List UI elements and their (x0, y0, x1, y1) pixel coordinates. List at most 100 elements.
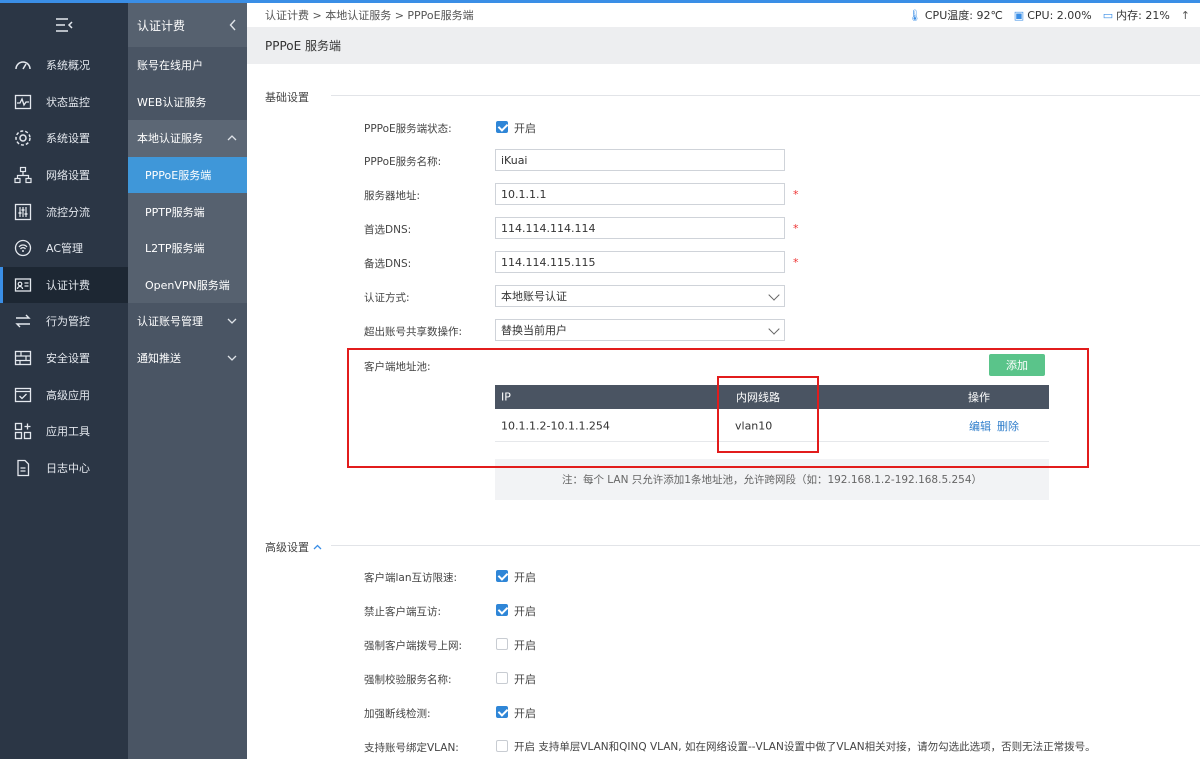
cpu-temp-text: CPU温度: 92℃ (924, 9, 1003, 22)
auth-method-value: 本地账号认证 (501, 290, 567, 303)
monitor-icon: ▭ (1102, 9, 1114, 22)
nav-item-label: 系统设置 (46, 132, 90, 146)
option-checkbox[interactable] (496, 740, 508, 752)
collapse-left-icon[interactable] (229, 19, 237, 31)
nav-item-behavior-control[interactable]: 行为管控 (0, 303, 128, 340)
sub-item-pppoe-server[interactable]: PPPoE服务端 (128, 156, 247, 194)
sub-group-local-auth[interactable]: 本地认证服务 (128, 120, 247, 157)
sub-group-notify-push[interactable]: 通知推送 (128, 340, 247, 377)
apps-icon (12, 420, 34, 442)
option-text: 开启 (514, 639, 536, 652)
server-address-input[interactable]: 10.1.1.1 (495, 183, 785, 205)
sub-group-label: 通知推送 (137, 352, 181, 366)
server-address-label: 服务器地址: (364, 190, 421, 202)
nav-item-monitor[interactable]: 状态监控 (0, 84, 128, 121)
option-label: 支持账号绑定VLAN: (364, 742, 459, 754)
sub-sidebar-title: 认证计费 (137, 18, 186, 33)
sliders-icon (12, 201, 34, 223)
chevron-down-icon (227, 355, 237, 361)
sub-group-account-management[interactable]: 认证账号管理 (128, 303, 247, 340)
service-name-label: PPPoE服务名称: (364, 156, 442, 168)
option-checkbox[interactable] (496, 604, 508, 616)
option-label: 客户端lan互访限速: (364, 572, 458, 584)
nav-item-label: 流控分流 (46, 205, 90, 219)
option-text: 开启 支持单层VLAN和QINQ VLAN, 如在网络设置--VLAN设置中做了… (514, 741, 1096, 753)
secondary-dns-input[interactable]: 114.114.115.115 (495, 251, 785, 273)
option-text: 开启 (514, 707, 536, 720)
nav-item-network-settings[interactable]: 网络设置 (0, 157, 128, 194)
option-label: 加强断线检测: (364, 708, 431, 720)
cpu-text: CPU: 2.00% (1027, 8, 1092, 22)
sub-sidebar-header: 认证计费 (128, 3, 247, 47)
nav-item-label: 日志中心 (46, 461, 90, 475)
section-divider (331, 545, 1200, 546)
sub-item-l2tp-server[interactable]: L2TP服务端 (128, 229, 247, 267)
status-label: PPPoE服务端状态: (364, 123, 452, 135)
option-text: 开启 (514, 605, 536, 618)
document-icon (12, 457, 34, 479)
option-label: 强制客户端拨号上网: (364, 640, 463, 652)
wifi-icon (12, 237, 34, 259)
auth-method-select[interactable]: 本地账号认证 (495, 285, 785, 307)
secondary-dns-label: 备选DNS: (364, 258, 412, 270)
nav-item-label: 系统概况 (46, 59, 90, 73)
thermometer-icon: 🌡 (907, 9, 922, 22)
primary-dns-input[interactable]: 114.114.114.114 (495, 217, 785, 239)
menu-collapse-button[interactable] (0, 3, 128, 47)
nav-item-label: 应用工具 (46, 425, 90, 439)
nav-item-security[interactable]: 安全设置 (0, 340, 128, 377)
option-checkbox[interactable] (496, 638, 508, 650)
exceed-action-select[interactable]: 替换当前用户 (495, 319, 785, 341)
cpu-status: ▣ CPU: 2.00% (1014, 9, 1092, 22)
main-sidebar: 系统概况 状态监控 系统设置 网络设置 流控分流 AC管理 认证计费 行为管控 … (0, 3, 128, 759)
nav-item-flow-control[interactable]: 流控分流 (0, 193, 128, 230)
sub-group-label: 认证账号管理 (137, 315, 203, 329)
sub-item-label: PPPoE服务端 (145, 169, 212, 183)
sub-item-label: OpenVPN服务端 (145, 278, 230, 292)
pppoe-enable-checkbox[interactable] (496, 121, 508, 133)
sub-item-label: WEB认证服务 (137, 95, 207, 109)
gauge-icon (12, 54, 34, 76)
section-advanced-title: 高级设置 (265, 541, 309, 554)
swap-icon (12, 310, 34, 332)
sub-sidebar: 认证计费 账号在线用户 WEB认证服务 本地认证服务 PPPoE服务端 PPTP… (128, 3, 247, 759)
firewall-icon (12, 347, 34, 369)
sub-item-web-auth[interactable]: WEB认证服务 (128, 84, 247, 121)
memory-status: ▭ 内存: 21% (1103, 7, 1170, 23)
option-label: 强制校验服务名称: (364, 674, 452, 686)
section-advanced[interactable]: 高级设置 (265, 539, 322, 555)
system-status: 🌡 CPU温度: 92℃ ▣ CPU: 2.00% ▭ 内存: 21% ↑ (908, 3, 1200, 27)
nav-item-advanced-apps[interactable]: 高级应用 (0, 376, 128, 413)
required-mark: * (793, 256, 799, 269)
nav-item-system-settings[interactable]: 系统设置 (0, 120, 128, 157)
gear-icon (12, 127, 34, 149)
nav-item-auth-billing[interactable]: 认证计费 (0, 266, 128, 304)
service-name-input[interactable]: iKuai (495, 149, 785, 171)
chevron-down-icon (768, 323, 780, 335)
sub-item-label: PPTP服务端 (145, 205, 205, 219)
option-checkbox[interactable] (496, 672, 508, 684)
primary-dns-label: 首选DNS: (364, 224, 412, 236)
nav-item-label: 高级应用 (46, 388, 90, 402)
back-to-top-icon[interactable]: ↑ (1181, 9, 1190, 22)
sub-item-openvpn-server[interactable]: OpenVPN服务端 (128, 266, 247, 304)
section-basic: 基础设置 (265, 91, 309, 104)
section-divider (331, 95, 1200, 96)
chevron-down-icon (768, 289, 780, 301)
nav-item-overview[interactable]: 系统概况 (0, 47, 128, 84)
option-checkbox[interactable] (496, 570, 508, 582)
nav-item-ac-management[interactable]: AC管理 (0, 230, 128, 267)
sub-item-label: L2TP服务端 (145, 242, 205, 256)
nav-item-app-tools[interactable]: 应用工具 (0, 413, 128, 450)
option-checkbox[interactable] (496, 706, 508, 718)
breadcrumb-text: 认证计费 > 本地认证服务 > PPPoE服务端 (265, 9, 474, 22)
check-window-icon (12, 384, 34, 406)
nav-item-log-center[interactable]: 日志中心 (0, 450, 128, 487)
sub-item-label: 账号在线用户 (137, 59, 203, 73)
sub-item-online-users[interactable]: 账号在线用户 (128, 47, 247, 84)
menu-fold-icon[interactable] (54, 17, 74, 33)
nav-item-label: 行为管控 (46, 315, 90, 329)
highlight-box-lan-line (717, 376, 819, 453)
sub-group-label: 本地认证服务 (137, 132, 203, 146)
sub-item-pptp-server[interactable]: PPTP服务端 (128, 193, 247, 230)
